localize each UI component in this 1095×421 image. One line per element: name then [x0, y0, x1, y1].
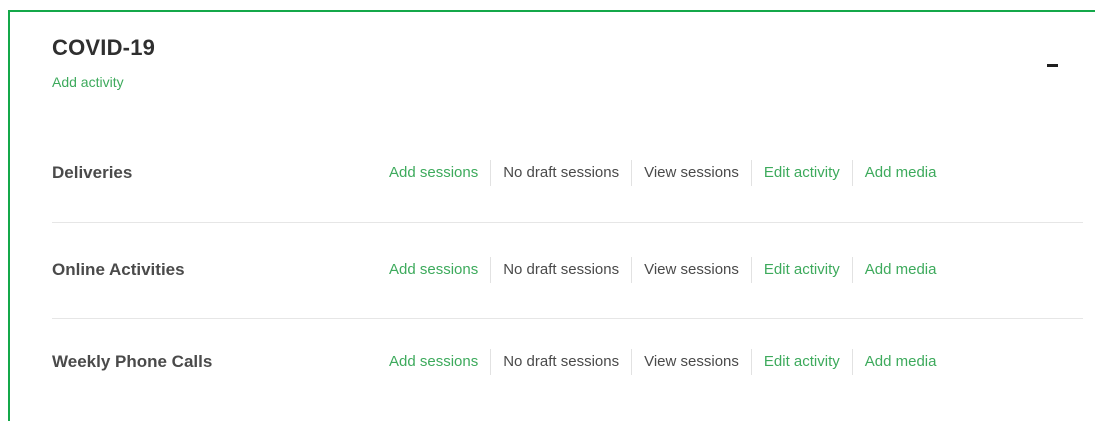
- draft-sessions-link[interactable]: No draft sessions: [490, 160, 631, 186]
- edit-activity-link[interactable]: Edit activity: [750, 160, 852, 186]
- panel-left-border: [8, 10, 10, 421]
- activity-name: Deliveries: [52, 163, 133, 182]
- activity-actions: Add sessions No draft sessions View sess…: [377, 250, 948, 290]
- row-divider: [52, 222, 1083, 223]
- panel-top-border: [8, 10, 1095, 12]
- view-sessions-link[interactable]: View sessions: [631, 349, 751, 375]
- group-title: COVID-19: [52, 35, 156, 60]
- activity-name: Online Activities: [52, 260, 185, 279]
- minus-icon[interactable]: [1045, 58, 1061, 72]
- add-sessions-link[interactable]: Add sessions: [377, 349, 490, 375]
- edit-activity-link[interactable]: Edit activity: [750, 257, 852, 283]
- draft-sessions-link[interactable]: No draft sessions: [490, 257, 631, 283]
- add-sessions-link[interactable]: Add sessions: [377, 160, 490, 186]
- add-media-link[interactable]: Add media: [851, 349, 949, 375]
- add-media-link[interactable]: Add media: [851, 257, 949, 283]
- row-divider: [52, 318, 1083, 319]
- add-activity-link[interactable]: Add activity: [52, 74, 124, 90]
- activity-row: Weekly Phone Calls Add sessions No draft…: [52, 342, 1083, 382]
- draft-sessions-link[interactable]: No draft sessions: [490, 349, 631, 375]
- add-media-link[interactable]: Add media: [851, 160, 949, 186]
- activity-name: Weekly Phone Calls: [52, 352, 213, 371]
- activity-actions: Add sessions No draft sessions View sess…: [377, 153, 948, 193]
- activity-group-panel: COVID-19 Add activity Deliveries Add ses…: [0, 0, 1095, 421]
- view-sessions-link[interactable]: View sessions: [631, 160, 751, 186]
- activity-row: Online Activities Add sessions No draft …: [52, 250, 1083, 290]
- edit-activity-link[interactable]: Edit activity: [750, 349, 852, 375]
- activity-actions: Add sessions No draft sessions View sess…: [377, 342, 948, 382]
- view-sessions-link[interactable]: View sessions: [631, 257, 751, 283]
- activity-row: Deliveries Add sessions No draft session…: [52, 153, 1083, 193]
- add-sessions-link[interactable]: Add sessions: [377, 257, 490, 283]
